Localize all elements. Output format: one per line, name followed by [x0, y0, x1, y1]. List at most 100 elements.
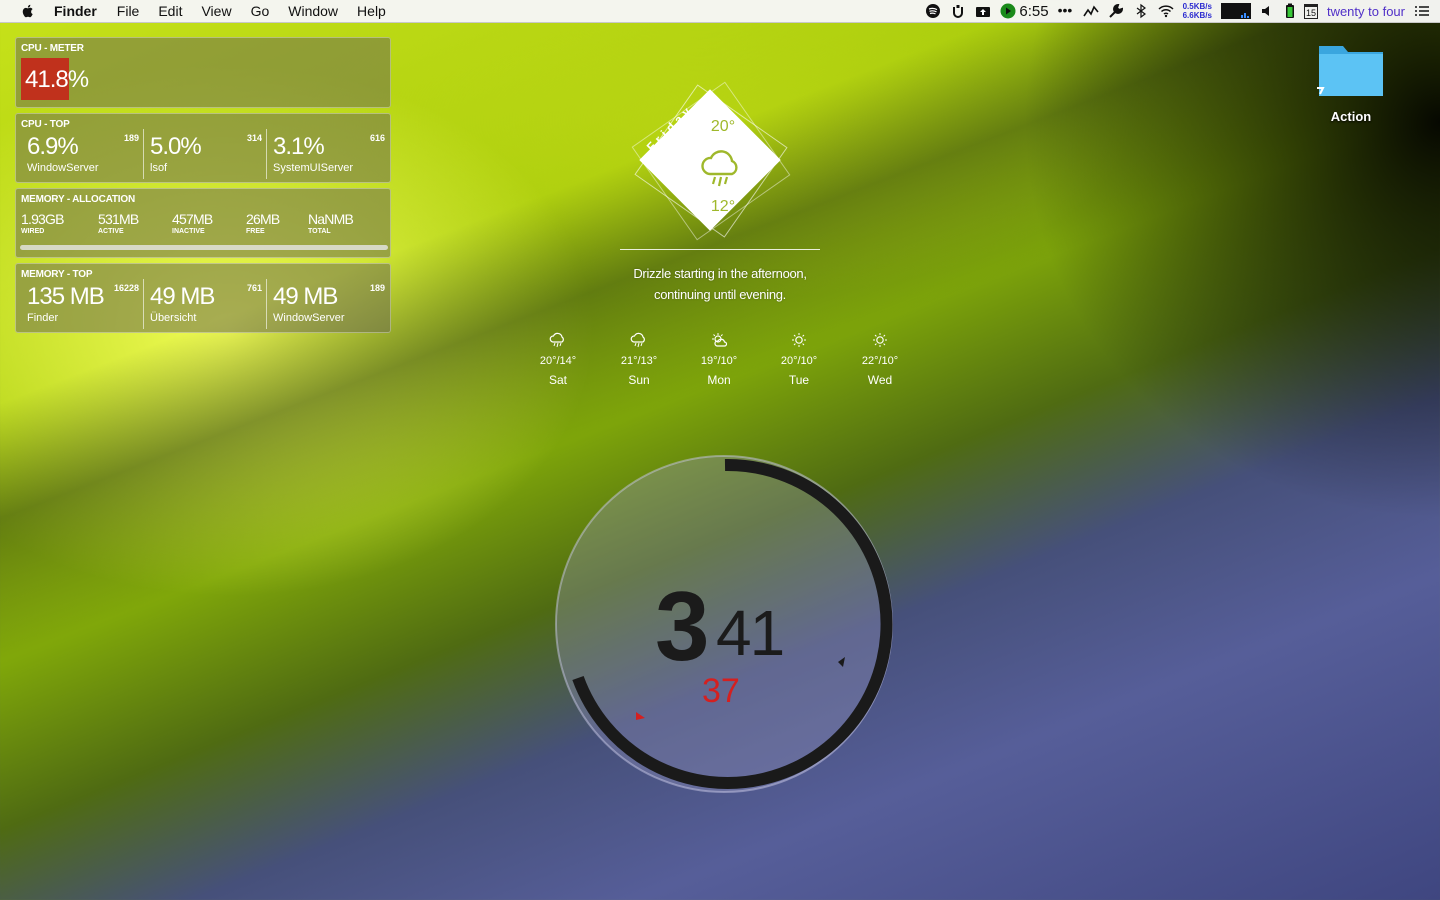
menu-go[interactable]: Go — [251, 3, 270, 19]
forecast-day: 20°/14° Sat — [528, 332, 588, 387]
memory-inactive: 457MB INACTIVE — [172, 211, 213, 235]
forecast-day: 19°/10° Mon — [689, 332, 749, 387]
memory-value: NaNMB — [308, 211, 354, 227]
memory-value: 531MB — [98, 211, 139, 227]
rain-icon — [549, 332, 564, 348]
weather-summary-line: continuing until evening. — [654, 287, 786, 302]
memory-process-pid: 189 — [369, 283, 385, 293]
cpu-process: 6.9% 189 WindowServer — [21, 129, 143, 179]
spotify-icon[interactable] — [925, 3, 941, 19]
cpu-process-value: 3.1% — [273, 133, 325, 160]
memory-label: INACTIVE — [172, 228, 205, 235]
memory-label: TOTAL — [308, 228, 331, 235]
cpu-process-pid: 314 — [246, 133, 262, 143]
memory-process-pid: 761 — [246, 283, 262, 293]
forecast-temp: 19°/10° — [700, 355, 738, 367]
weather-summary-line: Drizzle starting in the afternoon, — [633, 266, 807, 281]
memory-wired: 1.93GB WIRED — [21, 211, 64, 235]
cpu-process-name: lsof — [150, 162, 168, 174]
clock-minute: 41 — [716, 597, 785, 669]
weather-summary: Drizzle starting in the afternoon, conti… — [600, 263, 840, 305]
cpu-process: 3.1% 616 SystemUIServer — [266, 129, 389, 179]
desktop-folder-label: Action — [1330, 109, 1372, 124]
net-upload: 0.5KB/s — [1182, 2, 1212, 11]
cpu-process-name: WindowServer — [27, 162, 99, 174]
weather-low: 12° — [710, 198, 736, 215]
memory-value: 457MB — [172, 211, 213, 227]
forecast-temp: 20°/14° — [539, 355, 577, 367]
menu-view[interactable]: View — [201, 3, 231, 19]
calendar-icon[interactable]: 15 — [1303, 3, 1318, 19]
memory-process: 49 MB 189 WindowServer — [266, 279, 389, 329]
memory-process-value: 135 MB — [27, 283, 105, 310]
memory-process-name: Finder — [27, 312, 59, 324]
memory-label: WIRED — [21, 228, 45, 235]
more-icon[interactable]: ••• — [1058, 3, 1074, 19]
play-icon[interactable] — [1000, 3, 1016, 19]
memory-free: 26MB FREE — [246, 211, 280, 235]
apple-icon[interactable] — [20, 3, 36, 19]
widget-title: MEMORY - ALLOCATION — [21, 194, 135, 205]
wifi-icon[interactable] — [1158, 3, 1174, 19]
fuzzy-clock[interactable]: twenty to four — [1327, 4, 1405, 19]
menu-file[interactable]: File — [117, 3, 140, 19]
memory-label: FREE — [246, 228, 265, 235]
tools-icon[interactable] — [1108, 3, 1124, 19]
bluetooth-icon[interactable] — [1133, 3, 1149, 19]
memory-value: 1.93GB — [21, 211, 64, 227]
cpu-meter-widget: CPU - METER 41.8% — [15, 37, 391, 108]
cpu-process: 5.0% 314 lsof — [143, 129, 266, 179]
forecast-day: 22°/10° Wed — [850, 332, 910, 387]
forecast-day-label: Wed — [867, 373, 893, 387]
forecast-day-label: Tue — [788, 373, 810, 387]
cpu-graph[interactable] — [1220, 3, 1251, 19]
cpu-process-name: SystemUIServer — [273, 162, 354, 174]
forecast-day-label: Mon — [707, 373, 731, 387]
partly-cloudy-icon — [712, 333, 728, 347]
forecast-temp: 20°/10° — [780, 355, 818, 367]
memory-process: 49 MB 761 Übersicht — [143, 279, 266, 329]
utorrent-icon[interactable] — [950, 3, 966, 19]
rain-cloud-icon — [701, 150, 738, 187]
folder-icon[interactable] — [1315, 38, 1387, 100]
cpu-meter-value: 41.8% — [25, 66, 89, 93]
menu-window[interactable]: Window — [288, 3, 338, 19]
weather-divider — [620, 249, 820, 250]
battery-icon[interactable] — [1285, 3, 1295, 19]
desktop-folder-action[interactable]: Action — [1310, 38, 1392, 124]
memory-value: 26MB — [246, 211, 280, 227]
net-download: 6.6KB/s — [1182, 11, 1212, 20]
list-icon[interactable] — [1414, 3, 1430, 19]
weather-high: 20° — [710, 118, 736, 135]
memory-process-value: 49 MB — [150, 283, 215, 310]
memory-active: 531MB ACTIVE — [98, 211, 139, 235]
menu-help[interactable]: Help — [357, 3, 386, 19]
memory-total: NaNMB TOTAL — [308, 211, 354, 235]
forecast-day: 21°/13° Sun — [609, 332, 669, 387]
widget-title: CPU - METER — [21, 43, 84, 54]
sun-icon — [792, 333, 806, 347]
memory-process-name: WindowServer — [273, 312, 345, 324]
cpu-process-pid: 616 — [369, 133, 385, 143]
clock-hour: 3 — [655, 571, 709, 681]
memory-process-value: 49 MB — [273, 283, 338, 310]
weather-widget: Friday 20° 12° Drizzle starting in the a… — [540, 81, 910, 398]
forecast-temp: 21°/13° — [620, 355, 658, 367]
memory-top-widget: MEMORY - TOP 135 MB 16228 Finder 49 MB 7… — [15, 263, 391, 333]
memory-label: ACTIVE — [98, 228, 124, 235]
menu-finder[interactable]: Finder — [54, 3, 97, 19]
sun-icon — [873, 333, 887, 347]
network-speed[interactable]: 0.5KB/s 6.6KB/s — [1183, 2, 1212, 20]
menu-edit[interactable]: Edit — [158, 3, 182, 19]
activity-icon[interactable] — [1082, 3, 1099, 19]
upload-icon[interactable] — [975, 3, 991, 19]
rain-icon — [630, 332, 645, 348]
memory-bar — [20, 245, 388, 250]
clock-second: 37 — [702, 672, 740, 710]
menubar-clock[interactable]: 6:55 — [1019, 3, 1048, 20]
forecast-day: 20°/10° Tue — [769, 332, 829, 387]
volume-icon[interactable] — [1260, 3, 1276, 19]
memory-allocation-widget: MEMORY - ALLOCATION 1.93GB WIRED 531MB A… — [15, 188, 391, 258]
memory-process: 135 MB 16228 Finder — [21, 279, 143, 329]
forecast-day-label: Sun — [628, 373, 650, 387]
